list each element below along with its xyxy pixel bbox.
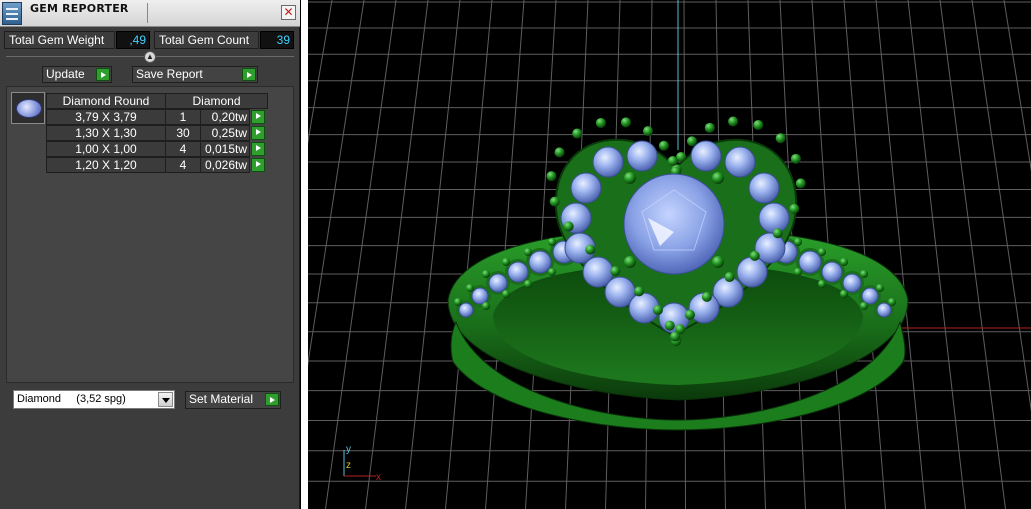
update-button-label: Update bbox=[46, 67, 85, 81]
green-play-arrow-icon bbox=[265, 393, 279, 406]
axis-y-label: y bbox=[346, 444, 351, 455]
total-gem-weight-value: ,49 bbox=[116, 31, 150, 49]
gem-weight-cell: 0,015tw bbox=[200, 141, 250, 157]
gem-weight-cell: 0,25tw bbox=[200, 125, 250, 141]
update-button[interactable]: Update bbox=[42, 66, 112, 83]
green-play-arrow-icon[interactable] bbox=[251, 110, 265, 124]
save-report-button-label: Save Report bbox=[136, 67, 203, 81]
total-gem-count-label: Total Gem Count bbox=[154, 31, 259, 49]
gem-count-cell: 1 bbox=[165, 109, 201, 125]
collapse-arrow-icon[interactable]: ▲ bbox=[144, 51, 156, 63]
total-gem-count-value: 39 bbox=[260, 31, 294, 49]
total-gem-weight-label: Total Gem Weight bbox=[4, 31, 115, 49]
3d-viewport[interactable]: y z x bbox=[308, 0, 1031, 509]
material-select[interactable]: Diamond (3,52 spg) bbox=[13, 390, 175, 409]
gem-weight-cell: 0,20tw bbox=[200, 109, 250, 125]
column-header-shape: Diamond Round bbox=[46, 93, 166, 109]
center-diamond bbox=[623, 173, 725, 275]
green-play-arrow-icon[interactable] bbox=[251, 126, 265, 140]
green-play-arrow-icon bbox=[242, 68, 256, 81]
gem-size-cell: 1,00 X 1,00 bbox=[46, 141, 166, 157]
close-icon: ✕ bbox=[283, 5, 294, 19]
axis-x-label: x bbox=[376, 472, 381, 483]
gem-count-cell: 4 bbox=[165, 141, 201, 157]
window-title: GEM REPORTER bbox=[30, 2, 129, 15]
green-play-arrow-icon bbox=[96, 68, 110, 81]
gem-size-cell: 1,20 X 1,20 bbox=[46, 157, 166, 173]
gem-reporter-panel: GEM REPORTER ✕ Total Gem Weight ,49 Tota… bbox=[0, 0, 300, 509]
column-header-stone: Diamond bbox=[165, 93, 268, 109]
gem-count-cell: 4 bbox=[165, 157, 201, 173]
save-report-button[interactable]: Save Report bbox=[132, 66, 258, 83]
green-play-arrow-icon[interactable] bbox=[251, 158, 265, 172]
viewport-canvas: y z x bbox=[308, 0, 1031, 509]
close-button[interactable]: ✕ bbox=[281, 5, 296, 20]
title-bar[interactable]: GEM REPORTER ✕ bbox=[0, 0, 300, 27]
title-divider bbox=[147, 3, 148, 23]
chevron-down-icon[interactable] bbox=[158, 392, 173, 407]
set-material-button[interactable]: Set Material bbox=[185, 391, 281, 409]
gem-list-area: Diamond Round Diamond 3,79 X 3,79 1 0,20… bbox=[6, 86, 294, 383]
ring-model[interactable] bbox=[447, 116, 909, 431]
panel-splitter[interactable] bbox=[301, 0, 308, 509]
gem-weight-cell: 0,026tw bbox=[200, 157, 250, 173]
axis-gizmo: y z x bbox=[343, 444, 381, 483]
gem-reporter-icon bbox=[2, 2, 22, 25]
gem-size-cell: 3,79 X 3,79 bbox=[46, 109, 166, 125]
set-material-button-label: Set Material bbox=[189, 392, 254, 406]
gem-count-cell: 30 bbox=[165, 125, 201, 141]
gem-size-cell: 1,30 X 1,30 bbox=[46, 125, 166, 141]
axis-z-label: z bbox=[346, 460, 351, 471]
round-diamond-icon bbox=[11, 92, 45, 124]
green-play-arrow-icon[interactable] bbox=[251, 142, 265, 156]
material-select-value: Diamond (3,52 spg) bbox=[17, 393, 126, 405]
